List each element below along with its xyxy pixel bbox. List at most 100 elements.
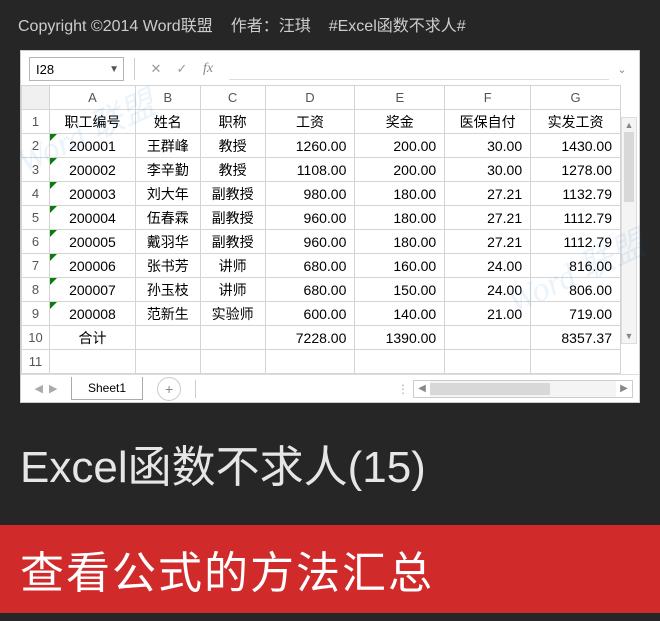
cell[interactable]: 1430.00: [531, 134, 621, 158]
row-header[interactable]: 2: [22, 134, 50, 158]
formula-input[interactable]: [229, 58, 609, 80]
cell[interactable]: 张书芳: [135, 254, 200, 278]
scroll-up-icon[interactable]: ▲: [622, 118, 636, 132]
cell[interactable]: 200005: [50, 230, 136, 254]
row-header[interactable]: 7: [22, 254, 50, 278]
sheet-tab[interactable]: Sheet1: [71, 377, 143, 400]
cell[interactable]: 1278.00: [531, 158, 621, 182]
header-cell[interactable]: 工资: [265, 110, 355, 134]
cell[interactable]: 960.00: [265, 206, 355, 230]
cell[interactable]: 1112.79: [531, 206, 621, 230]
cell[interactable]: 200002: [50, 158, 136, 182]
cell[interactable]: 600.00: [265, 302, 355, 326]
chevron-left-icon[interactable]: ◀: [35, 382, 43, 395]
cell[interactable]: 960.00: [265, 230, 355, 254]
cell[interactable]: 200008: [50, 302, 136, 326]
cell[interactable]: 680.00: [265, 254, 355, 278]
cell[interactable]: 200.00: [355, 158, 445, 182]
cell[interactable]: 806.00: [531, 278, 621, 302]
cell[interactable]: 讲师: [200, 278, 265, 302]
cell[interactable]: [531, 350, 621, 374]
chevron-right-icon[interactable]: ▶: [49, 382, 57, 395]
cell[interactable]: 副教授: [200, 206, 265, 230]
cell[interactable]: [355, 350, 445, 374]
cell[interactable]: 816.00: [531, 254, 621, 278]
vertical-scrollbar[interactable]: ▲ ▼: [621, 117, 637, 344]
row-header[interactable]: 4: [22, 182, 50, 206]
cell[interactable]: 719.00: [531, 302, 621, 326]
scroll-thumb[interactable]: [624, 132, 634, 202]
cell[interactable]: 8357.37: [531, 326, 621, 350]
cell[interactable]: 伍春霖: [135, 206, 200, 230]
cell[interactable]: 副教授: [200, 182, 265, 206]
row-header[interactable]: 5: [22, 206, 50, 230]
header-cell[interactable]: 职称: [200, 110, 265, 134]
cell[interactable]: 实验师: [200, 302, 265, 326]
row-header[interactable]: 1: [22, 110, 50, 134]
col-header[interactable]: D: [265, 86, 355, 110]
select-all-corner[interactable]: [22, 86, 50, 110]
scroll-down-icon[interactable]: ▼: [622, 329, 636, 343]
cell[interactable]: [445, 326, 531, 350]
cancel-icon[interactable]: ✕: [145, 58, 167, 80]
col-header[interactable]: F: [445, 86, 531, 110]
chevron-down-icon[interactable]: ▼: [109, 64, 119, 75]
col-header[interactable]: G: [531, 86, 621, 110]
cell[interactable]: 副教授: [200, 230, 265, 254]
cell[interactable]: [50, 350, 136, 374]
cell[interactable]: 200006: [50, 254, 136, 278]
scroll-thumb[interactable]: [430, 383, 550, 395]
cell[interactable]: 24.00: [445, 278, 531, 302]
cell[interactable]: 1260.00: [265, 134, 355, 158]
row-header[interactable]: 11: [22, 350, 50, 374]
cell[interactable]: [200, 326, 265, 350]
cell[interactable]: 180.00: [355, 230, 445, 254]
cell[interactable]: 30.00: [445, 158, 531, 182]
cell[interactable]: 200007: [50, 278, 136, 302]
cell[interactable]: 李辛勤: [135, 158, 200, 182]
scroll-left-icon[interactable]: ◀: [414, 383, 430, 394]
cell[interactable]: 140.00: [355, 302, 445, 326]
cell[interactable]: 戴羽华: [135, 230, 200, 254]
cell[interactable]: 27.21: [445, 230, 531, 254]
cell[interactable]: 教授: [200, 134, 265, 158]
cell[interactable]: 合计: [50, 326, 136, 350]
cell[interactable]: 27.21: [445, 206, 531, 230]
cell[interactable]: 30.00: [445, 134, 531, 158]
cell[interactable]: 180.00: [355, 182, 445, 206]
fx-button[interactable]: fx: [197, 58, 219, 80]
cell[interactable]: 1390.00: [355, 326, 445, 350]
cell[interactable]: 1132.79: [531, 182, 621, 206]
cell[interactable]: 讲师: [200, 254, 265, 278]
cell[interactable]: 150.00: [355, 278, 445, 302]
cell[interactable]: 刘大年: [135, 182, 200, 206]
row-header[interactable]: 3: [22, 158, 50, 182]
cell[interactable]: 160.00: [355, 254, 445, 278]
cell[interactable]: 200004: [50, 206, 136, 230]
add-sheet-button[interactable]: +: [157, 377, 181, 401]
cell[interactable]: [135, 350, 200, 374]
row-header[interactable]: 9: [22, 302, 50, 326]
enter-icon[interactable]: ✓: [171, 58, 193, 80]
cell[interactable]: [445, 350, 531, 374]
cell[interactable]: 680.00: [265, 278, 355, 302]
col-header[interactable]: B: [135, 86, 200, 110]
cell[interactable]: 200001: [50, 134, 136, 158]
cell[interactable]: 1108.00: [265, 158, 355, 182]
spreadsheet-grid[interactable]: A B C D E F G 1职工编号姓名职称工资奖金医保自付实发工资22000…: [21, 85, 621, 374]
cell[interactable]: 21.00: [445, 302, 531, 326]
cell[interactable]: 7228.00: [265, 326, 355, 350]
scroll-track[interactable]: [430, 381, 616, 397]
row-header[interactable]: 10: [22, 326, 50, 350]
cell[interactable]: 王群峰: [135, 134, 200, 158]
row-header[interactable]: 6: [22, 230, 50, 254]
header-cell[interactable]: 职工编号: [50, 110, 136, 134]
cell[interactable]: 200003: [50, 182, 136, 206]
header-cell[interactable]: 姓名: [135, 110, 200, 134]
cell[interactable]: 180.00: [355, 206, 445, 230]
scroll-right-icon[interactable]: ▶: [616, 383, 632, 394]
cell[interactable]: 教授: [200, 158, 265, 182]
name-box[interactable]: I28 ▼: [29, 57, 124, 81]
scroll-track[interactable]: [622, 132, 636, 329]
cell[interactable]: 980.00: [265, 182, 355, 206]
